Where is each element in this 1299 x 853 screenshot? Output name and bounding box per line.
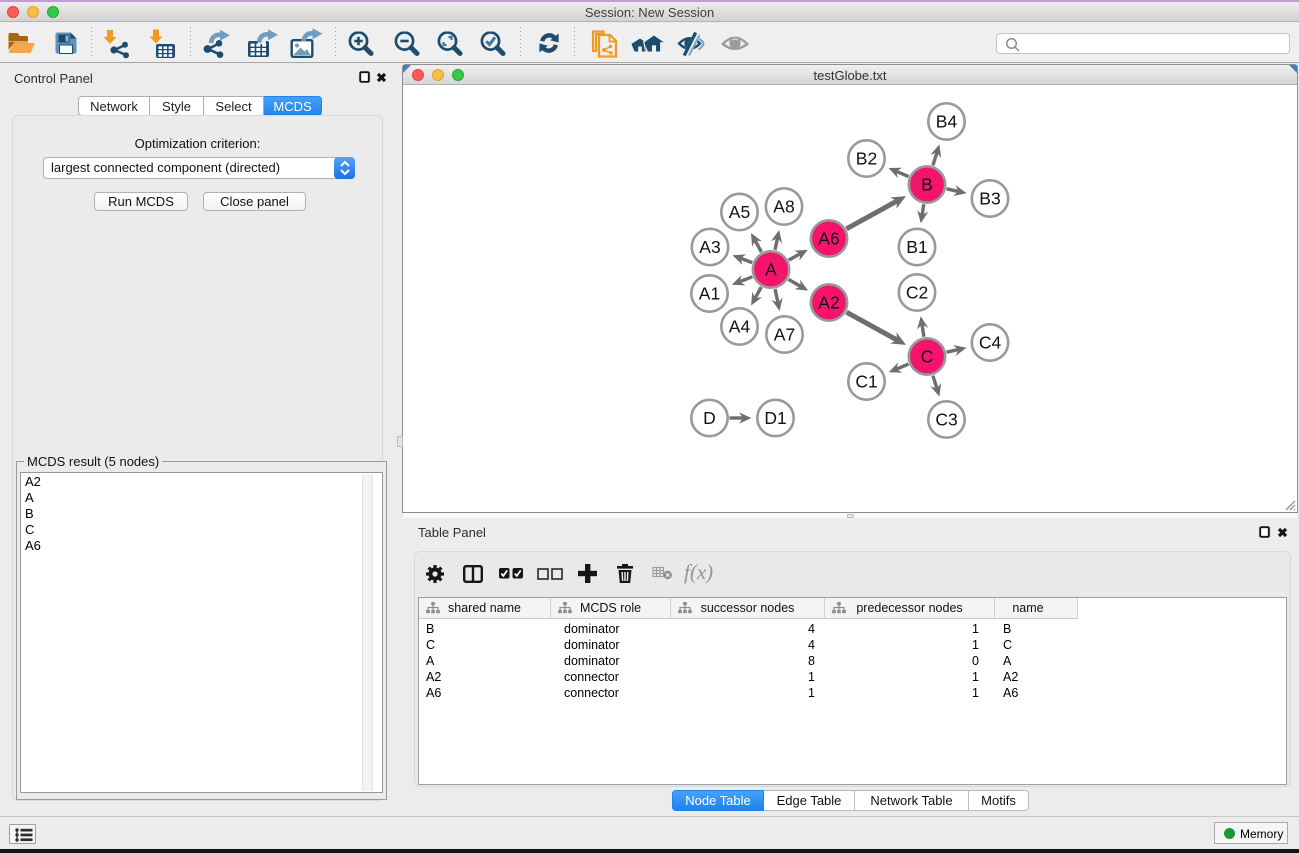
svg-text:B2: B2: [856, 149, 877, 169]
svg-text:A2: A2: [818, 293, 839, 313]
svg-text:B4: B4: [936, 112, 958, 132]
svg-text:B3: B3: [979, 189, 1000, 209]
svg-text:A5: A5: [729, 202, 750, 222]
svg-text:A6: A6: [818, 229, 839, 249]
svg-text:A3: A3: [699, 237, 720, 257]
svg-text:D1: D1: [764, 408, 786, 428]
svg-text:B1: B1: [906, 237, 927, 257]
svg-text:C: C: [921, 347, 934, 367]
svg-text:A4: A4: [729, 317, 751, 337]
svg-text:A8: A8: [773, 197, 794, 217]
svg-text:C3: C3: [935, 410, 957, 430]
svg-text:B: B: [921, 175, 933, 195]
svg-text:A1: A1: [699, 284, 720, 304]
svg-text:A: A: [765, 260, 777, 280]
svg-text:C1: C1: [855, 372, 877, 392]
svg-text:C2: C2: [906, 283, 928, 303]
svg-text:C4: C4: [979, 333, 1002, 353]
svg-text:A7: A7: [774, 325, 795, 345]
svg-text:D: D: [703, 408, 716, 428]
